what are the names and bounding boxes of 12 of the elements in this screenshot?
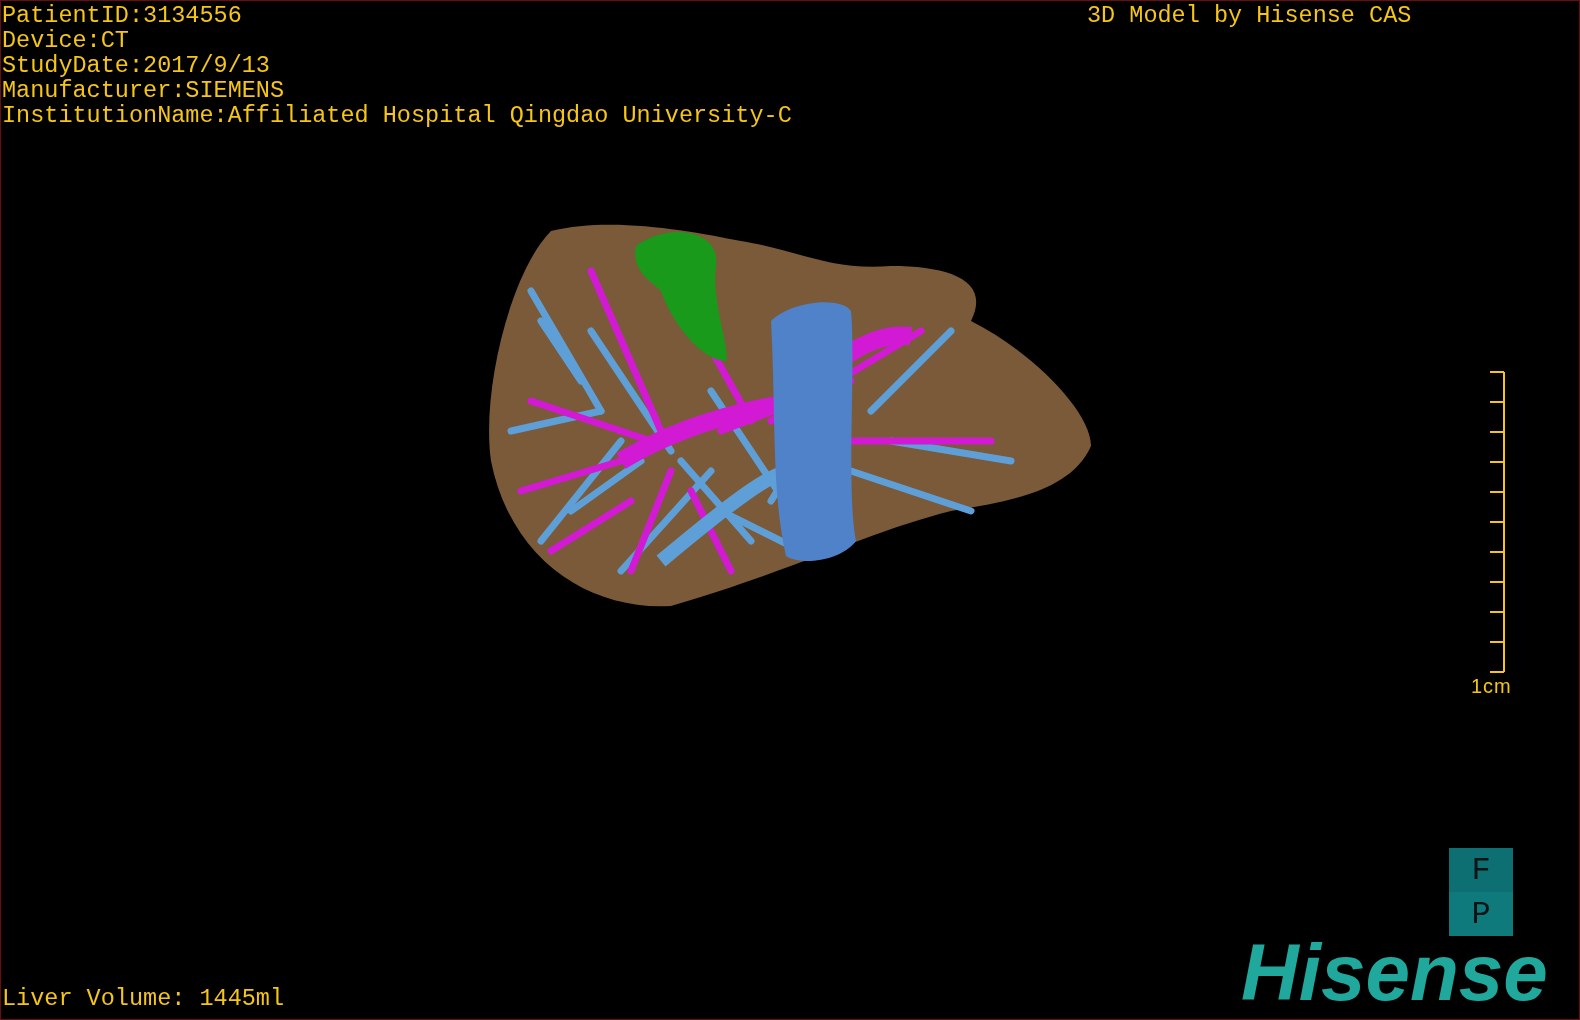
info-text: StudyDate:2017/9/13 — [2, 53, 271, 78]
logo: Hisense — [1241, 933, 1548, 1013]
liver-volume-text: Liver Volume: 1445ml — [2, 986, 285, 1011]
info-text: InstitutionName:Affiliated Hospital Qingdao University-C — [2, 103, 792, 128]
scale-label: 1cm — [1471, 675, 1512, 698]
info-text: Manufacturer:SIEMENS — [2, 78, 286, 103]
view-button[interactable]: P — [1449, 892, 1513, 936]
info-text: Device:CT — [2, 28, 130, 53]
view-button[interactable]: F — [1449, 848, 1513, 892]
3d-viewport[interactable]: PatientID:3134556 Device:CT StudyDate:2017/9/13 Manufacturer:SIEMENS InstitutionName:Affiliated Hospital Qingdao University-C 3D Model by Hisense CAS 1cm F P Liver Volume: 1445ml Hisense — [0, 0, 1580, 1020]
info-text: PatientID:3134556 — [2, 3, 243, 28]
header-text: 3D Model by Hisense CAS — [1087, 3, 1412, 28]
